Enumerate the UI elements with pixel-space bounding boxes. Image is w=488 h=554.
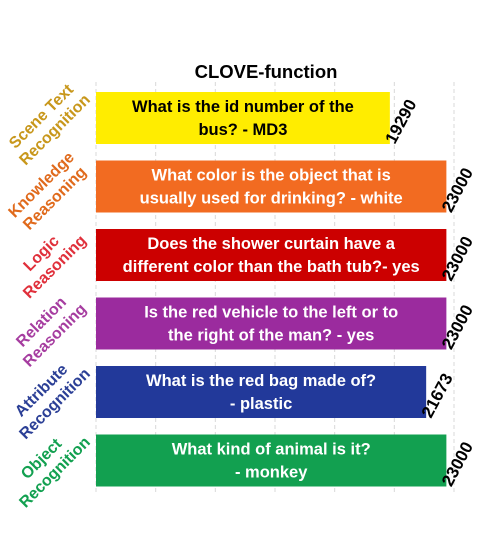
bar-annotation: Does the shower curtain have a xyxy=(147,235,395,253)
chart-svg: CLOVE-function What is the id number of … xyxy=(3,61,477,512)
category-label: RelationReasoning xyxy=(7,287,90,370)
bar-annotation: What is the id number of the xyxy=(132,98,354,116)
bar-annotation: different color than the bath tub?- yes xyxy=(123,258,420,276)
category-label: LogicReasoning xyxy=(7,219,90,302)
bar-annotation: What color is the object that is xyxy=(152,167,391,185)
bar-annotation: - plastic xyxy=(230,395,292,413)
category-label: KnowledgeReasoning xyxy=(6,149,92,235)
bars: What is the id number of thebus? - MD3 19… xyxy=(96,92,477,489)
category-label: AttributeRecognition xyxy=(3,352,94,443)
bar-annotation: usually used for drinking? - white xyxy=(140,190,403,208)
category-label: Scene TextRecognition xyxy=(3,78,94,169)
chart: CLOVE-function What is the id number of … xyxy=(0,0,488,549)
bar-annotation: - monkey xyxy=(235,464,308,482)
category-labels: Scene TextRecognitionKnowledgeReasoningL… xyxy=(3,78,94,512)
bar-annotation: the right of the man? - yes xyxy=(168,327,374,345)
bar-annotation: What is the red bag made of? xyxy=(146,372,376,390)
category-label: ObjectRecognition xyxy=(3,421,94,512)
bar-annotation: Is the red vehicle to the left or to xyxy=(144,304,398,322)
bar-annotation: bus? - MD3 xyxy=(198,121,287,139)
bar-annotation: What kind of animal is it? xyxy=(172,441,371,459)
chart-title: CLOVE-function xyxy=(195,61,338,82)
